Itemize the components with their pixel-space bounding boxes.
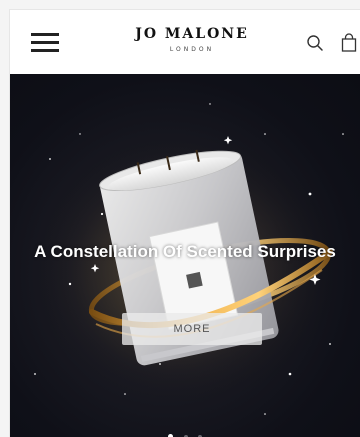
shopping-bag-icon[interactable] xyxy=(340,33,358,52)
hero-title: A Constellation Of Scented Surprises xyxy=(34,242,336,261)
app-frame: JO MALONE LONDON A Constellation Of Scen… xyxy=(10,10,360,437)
menu-icon[interactable] xyxy=(31,31,59,53)
site-header: JO MALONE LONDON xyxy=(10,10,360,74)
more-button[interactable]: MORE xyxy=(122,313,262,345)
brand-logo[interactable]: JO MALONE LONDON xyxy=(122,26,262,53)
carousel-dots xyxy=(10,428,360,437)
brand-name: JO MALONE xyxy=(135,26,249,42)
hero-banner[interactable]: A Constellation Of Scented Surprises MOR… xyxy=(10,74,360,437)
brand-subtitle: LONDON xyxy=(169,46,215,53)
search-icon[interactable] xyxy=(306,34,324,52)
